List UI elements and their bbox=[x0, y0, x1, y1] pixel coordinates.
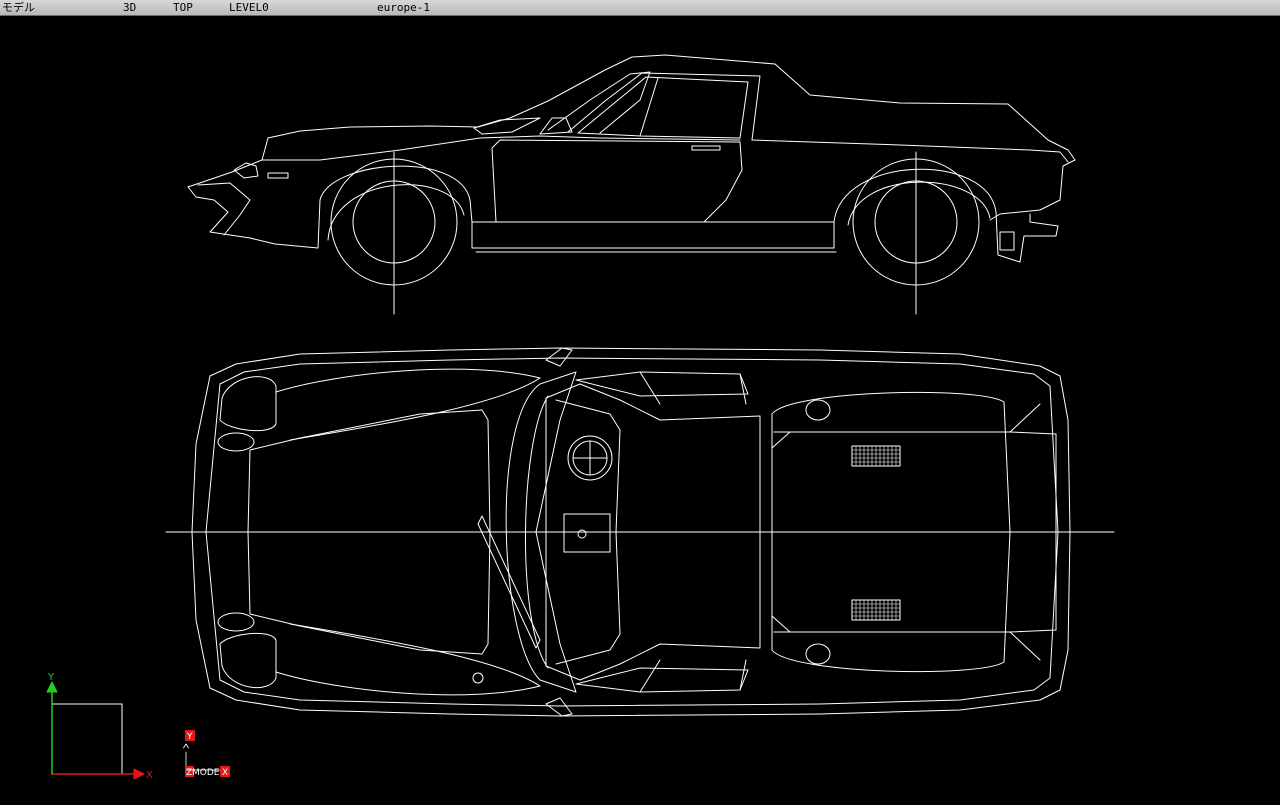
side-wiper bbox=[473, 117, 541, 135]
top-tunnel bbox=[563, 513, 611, 553]
drawing-canvas[interactable]: X Y Y Z MODEL X bbox=[0, 16, 1280, 805]
y-axis-label: Y bbox=[47, 672, 55, 683]
top-view-car[interactable] bbox=[165, 347, 1115, 717]
side-rear-arch-inner bbox=[847, 181, 991, 226]
tag-y-label: Y bbox=[186, 732, 193, 742]
side-window-frame bbox=[639, 77, 659, 137]
x-axis-label: X bbox=[146, 770, 153, 781]
tag-model-label: MODEL bbox=[192, 768, 224, 778]
side-windshield bbox=[547, 71, 651, 134]
side-window bbox=[577, 76, 749, 139]
top-gear-knob bbox=[577, 529, 587, 539]
view-indicator[interactable]: TOP bbox=[173, 0, 193, 15]
side-mirror bbox=[539, 117, 573, 135]
side-front-arch-inner bbox=[327, 184, 465, 241]
tag-x-label: X bbox=[222, 768, 228, 778]
cad-drawing[interactable]: X Y Y Z MODEL X bbox=[0, 16, 1280, 805]
axis-frame bbox=[51, 703, 123, 775]
side-door bbox=[491, 139, 743, 223]
top-mirror-upper bbox=[545, 347, 573, 367]
x-axis-arrow bbox=[133, 768, 145, 780]
dimension-indicator[interactable]: 3D bbox=[123, 0, 136, 15]
top-fender-lower bbox=[275, 623, 541, 696]
top-mirror-lower bbox=[545, 697, 573, 717]
top-vent-upper bbox=[851, 445, 901, 467]
side-marker bbox=[267, 172, 289, 179]
side-sill bbox=[471, 221, 835, 249]
side-window-trim bbox=[567, 72, 761, 141]
side-door-handle bbox=[691, 145, 721, 151]
side-rear-bumper bbox=[995, 211, 1059, 263]
status-bar: モデル 3D TOP LEVEL0 europe-1 bbox=[0, 0, 1280, 16]
top-headlight-upper bbox=[219, 376, 277, 432]
side-view-car[interactable] bbox=[187, 54, 1076, 315]
side-roofline bbox=[187, 54, 1076, 188]
side-exhaust bbox=[999, 231, 1015, 251]
top-vent-lower bbox=[851, 599, 901, 621]
side-rear-deck bbox=[751, 139, 1069, 163]
level-indicator[interactable]: LEVEL0 bbox=[229, 0, 269, 15]
top-fender-upper bbox=[275, 368, 541, 441]
cad-application: モデル 3D TOP LEVEL0 europe-1 X Y Y Z MODEL… bbox=[0, 0, 1280, 805]
top-headlight-lower bbox=[219, 632, 277, 689]
file-name: europe-1 bbox=[377, 1, 430, 14]
top-fuel-cap-lower bbox=[805, 643, 831, 665]
side-headlight bbox=[233, 162, 259, 179]
side-front-arch bbox=[317, 165, 473, 249]
model-coordinate-tag[interactable]: Y Z MODEL X bbox=[183, 730, 231, 778]
top-window-lower-frame bbox=[639, 659, 747, 693]
axis-triad: X Y bbox=[46, 672, 153, 781]
top-fuel-cap-upper bbox=[805, 399, 831, 421]
top-lamp-lower bbox=[217, 612, 255, 632]
top-lamp-upper bbox=[217, 432, 255, 452]
mode-indicator[interactable]: モデル bbox=[2, 0, 35, 15]
y-axis-arrow bbox=[46, 681, 58, 693]
top-window-upper-frame bbox=[639, 371, 747, 405]
side-front-bumper bbox=[187, 186, 319, 249]
top-fuel-filler bbox=[472, 672, 484, 684]
top-wiper bbox=[477, 515, 541, 649]
side-rear-tail bbox=[989, 165, 1064, 221]
